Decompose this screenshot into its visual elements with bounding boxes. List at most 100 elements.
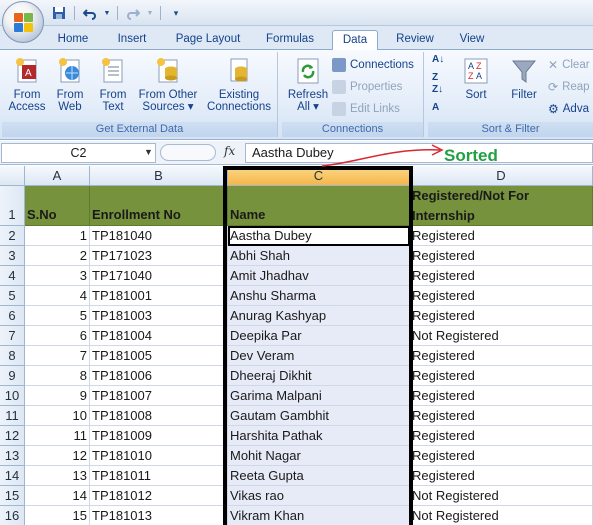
cell-registered[interactable]: Registered: [410, 466, 593, 486]
sort-button[interactable]: AZZA Sort: [456, 56, 496, 101]
cell-sno[interactable]: 11: [25, 426, 90, 446]
row-header[interactable]: 1: [0, 186, 25, 226]
row-header[interactable]: 2: [0, 226, 25, 246]
column-header-b[interactable]: B: [90, 166, 228, 186]
cell-name[interactable]: Garima Malpani: [228, 386, 410, 406]
filter-button[interactable]: Filter: [504, 56, 544, 101]
cell-registered[interactable]: Registered: [410, 246, 593, 266]
cell-enrollment[interactable]: TP181008: [90, 406, 228, 426]
tab-review[interactable]: Review: [388, 30, 442, 50]
save-icon[interactable]: [50, 4, 68, 22]
row-header[interactable]: 15: [0, 486, 25, 506]
cell-registered[interactable]: Registered: [410, 346, 593, 366]
header-cell-name[interactable]: Name: [228, 186, 410, 226]
cell-registered[interactable]: Registered: [410, 386, 593, 406]
cell-enrollment[interactable]: TP181009: [90, 426, 228, 446]
cell-sno[interactable]: 8: [25, 366, 90, 386]
cell-enrollment[interactable]: TP181013: [90, 506, 228, 525]
cell-sno[interactable]: 6: [25, 326, 90, 346]
cell-enrollment[interactable]: TP171040: [90, 266, 228, 286]
tab-view[interactable]: View: [450, 30, 494, 50]
row-header[interactable]: 4: [0, 266, 25, 286]
refresh-all-button[interactable]: Refresh All ▾: [284, 56, 332, 113]
sort-a-to-z-button[interactable]: A↓ Z: [432, 54, 444, 83]
row-header[interactable]: 10: [0, 386, 25, 406]
cell-registered[interactable]: Registered: [410, 366, 593, 386]
name-box-dropdown-icon[interactable]: ▼: [144, 143, 153, 161]
cell-name[interactable]: Abhi Shah: [228, 246, 410, 266]
row-header[interactable]: 6: [0, 306, 25, 326]
cell-enrollment[interactable]: TP181012: [90, 486, 228, 506]
cell-enrollment[interactable]: TP171023: [90, 246, 228, 266]
cell-enrollment[interactable]: TP181040: [90, 226, 228, 246]
tab-page-layout[interactable]: Page Layout: [168, 30, 248, 50]
cell-name[interactable]: Dev Veram: [228, 346, 410, 366]
cell-name[interactable]: Dheeraj Dikhit: [228, 366, 410, 386]
cell-name[interactable]: Anshu Sharma: [228, 286, 410, 306]
cell-enrollment[interactable]: TP181001: [90, 286, 228, 306]
tab-insert[interactable]: Insert: [108, 30, 156, 50]
cell-sno[interactable]: 7: [25, 346, 90, 366]
row-header[interactable]: 3: [0, 246, 25, 266]
cell-enrollment[interactable]: TP181005: [90, 346, 228, 366]
cell-registered[interactable]: Registered: [410, 426, 593, 446]
undo-dropdown-icon[interactable]: ▼: [103, 4, 111, 22]
row-header[interactable]: 9: [0, 366, 25, 386]
cell-sno[interactable]: 1: [25, 226, 90, 246]
select-all-corner[interactable]: [0, 166, 25, 186]
cell-registered[interactable]: Registered: [410, 406, 593, 426]
connections-button[interactable]: Connections: [332, 56, 414, 74]
cell-name[interactable]: Vikas rao: [228, 486, 410, 506]
cell-sno[interactable]: 10: [25, 406, 90, 426]
cell-registered[interactable]: Registered: [410, 266, 593, 286]
row-header[interactable]: 16: [0, 506, 25, 525]
cell-name[interactable]: Reeta Gupta: [228, 466, 410, 486]
edit-links-button[interactable]: Edit Links: [332, 100, 400, 118]
undo-icon[interactable]: [81, 4, 99, 22]
row-header[interactable]: 7: [0, 326, 25, 346]
insert-function-button[interactable]: fx: [224, 144, 235, 158]
tab-home[interactable]: Home: [50, 30, 96, 50]
reapply-button[interactable]: ⟳ Reap: [548, 78, 590, 96]
from-access-button[interactable]: A From Access: [4, 56, 50, 113]
active-cell-name[interactable]: Aastha Dubey: [228, 226, 410, 246]
cell-enrollment[interactable]: TP181011: [90, 466, 228, 486]
cell-name[interactable]: Deepika Par: [228, 326, 410, 346]
from-other-sources-button[interactable]: From Other Sources ▾: [134, 56, 202, 113]
cell-sno[interactable]: 12: [25, 446, 90, 466]
cell-registered[interactable]: Registered: [410, 446, 593, 466]
from-web-button[interactable]: From Web: [50, 56, 90, 113]
customize-qat-icon[interactable]: ▾: [167, 4, 185, 22]
cell-registered[interactable]: Not Registered: [410, 326, 593, 346]
sort-z-to-a-button[interactable]: Z↓ A: [432, 84, 443, 113]
from-text-button[interactable]: From Text: [92, 56, 134, 113]
cell-sno[interactable]: 15: [25, 506, 90, 525]
cell-name[interactable]: Vikram Khan: [228, 506, 410, 525]
cell-enrollment[interactable]: TP181010: [90, 446, 228, 466]
cell-name[interactable]: Amit Jhadhav: [228, 266, 410, 286]
cell-name[interactable]: Anurag Kashyap: [228, 306, 410, 326]
row-header[interactable]: 13: [0, 446, 25, 466]
redo-icon[interactable]: [124, 4, 142, 22]
cell-sno[interactable]: 3: [25, 266, 90, 286]
advanced-button[interactable]: ⚙ Adva: [548, 100, 589, 118]
row-header[interactable]: 5: [0, 286, 25, 306]
cell-name[interactable]: Mohit Nagar: [228, 446, 410, 466]
cell-enrollment[interactable]: TP181004: [90, 326, 228, 346]
row-header[interactable]: 12: [0, 426, 25, 446]
row-header[interactable]: 8: [0, 346, 25, 366]
cell-registered[interactable]: Registered: [410, 286, 593, 306]
properties-button[interactable]: Properties: [332, 78, 402, 96]
clear-button[interactable]: ✕ Clear: [548, 56, 590, 74]
cell-registered[interactable]: Registered: [410, 306, 593, 326]
header-cell-registered[interactable]: Registered/Not For Internship: [410, 186, 593, 226]
office-button[interactable]: [2, 1, 44, 43]
name-box[interactable]: C2: [1, 143, 156, 163]
header-cell-sno[interactable]: S.No: [25, 186, 90, 226]
tab-data[interactable]: Data: [332, 30, 378, 50]
row-header[interactable]: 14: [0, 466, 25, 486]
cell-registered[interactable]: Not Registered: [410, 486, 593, 506]
redo-dropdown-icon[interactable]: ▼: [146, 4, 154, 22]
cell-sno[interactable]: 4: [25, 286, 90, 306]
column-header-a[interactable]: A: [25, 166, 90, 186]
